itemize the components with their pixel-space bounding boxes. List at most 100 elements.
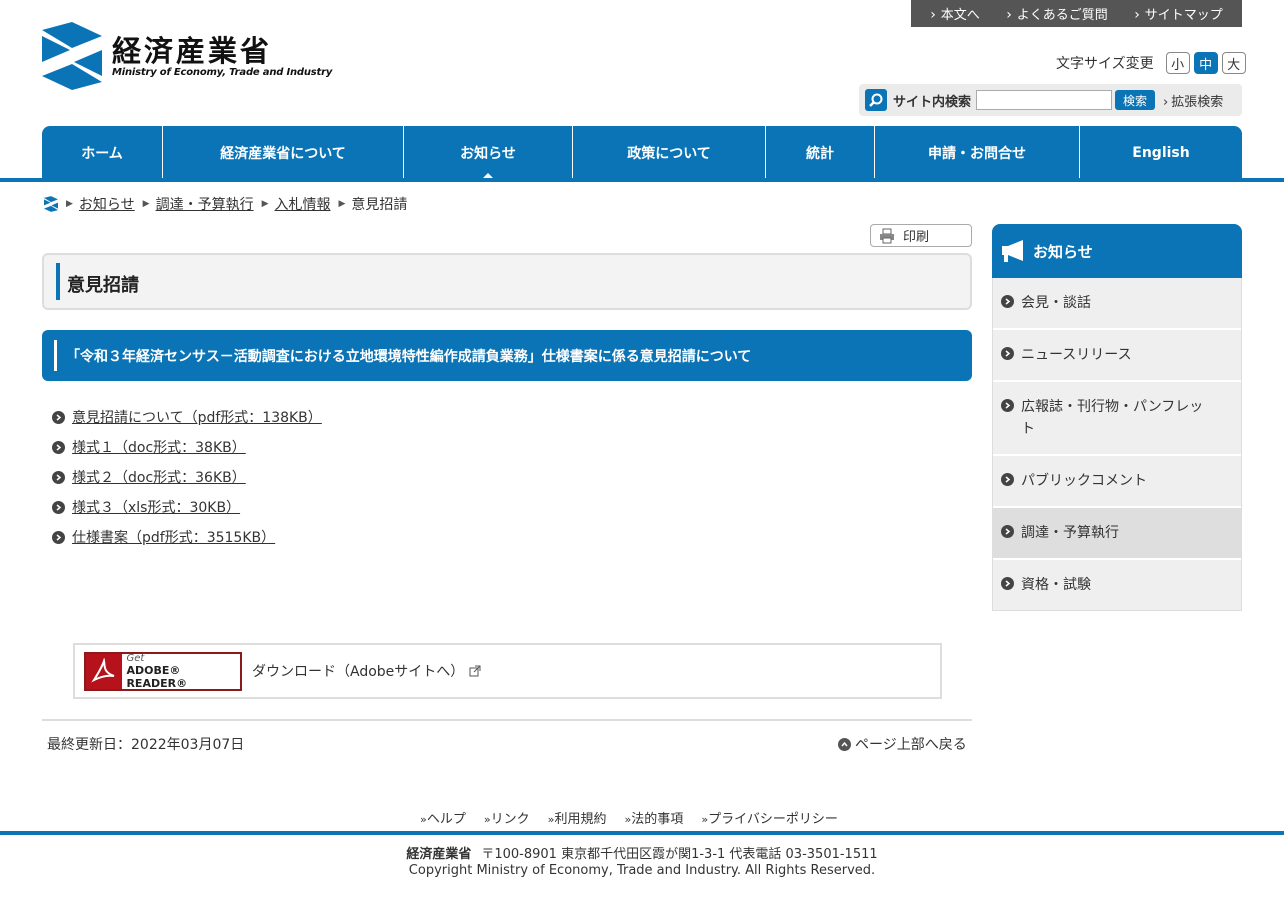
arrow-right-icon	[52, 470, 65, 484]
adobe-get-text: Get	[126, 652, 145, 664]
footer-org: 経済産業省	[406, 847, 472, 862]
adobe-download-link[interactable]: ダウンロード（Adobeサイトへ）	[252, 661, 481, 681]
page-title: 意見招請	[67, 275, 139, 296]
side-nav-item[interactable]: 資格・試験	[993, 558, 1241, 610]
file-link[interactable]: 様式３（xls形式：30KB）	[72, 497, 240, 517]
site-logo[interactable]: 経済産業省 Ministry of Economy, Trade and Ind…	[42, 22, 332, 90]
adobe-download-label: ダウンロード（Adobeサイトへ）	[252, 664, 465, 680]
arrow-right-icon	[1001, 525, 1014, 538]
arrow-right-icon	[52, 440, 65, 454]
arrow-right-icon	[1001, 399, 1014, 412]
last-updated: 最終更新日：2022年03月07日	[47, 737, 245, 753]
page-title-box: 意見招請	[42, 253, 972, 310]
arrow-right-icon	[52, 500, 65, 514]
home-icon[interactable]	[44, 196, 58, 212]
adobe-reader-text: ADOBE® READER®	[126, 663, 188, 690]
footer-divider	[0, 831, 1284, 835]
list-item: 仕様書案（pdf形式：3515KB）	[52, 522, 322, 552]
gnav-policy[interactable]: 政策について	[573, 126, 766, 180]
font-size-large-button[interactable]: 大	[1221, 52, 1246, 74]
gnav-english[interactable]: English	[1080, 126, 1242, 180]
arrow-up-icon	[838, 737, 851, 751]
search-label: サイト内検索	[893, 94, 972, 110]
adobe-reader-box: Get ADOBE® READER® ダウンロード（Adobeサイトへ）	[73, 643, 942, 699]
section-heading-box: 「令和３年経済センサス－活動調査における立地環境特性編作成請負業務」仕様書案に係…	[42, 330, 972, 381]
footer-link-links[interactable]: リンク	[484, 808, 530, 827]
breadcrumb-procurement[interactable]: 調達・予算執行	[156, 194, 254, 214]
logo-title: 経済産業省	[112, 33, 273, 68]
list-item: 意見招請について（pdf形式：138KB）	[52, 402, 322, 432]
side-nav-header[interactable]: お知らせ	[992, 224, 1242, 278]
side-nav-item[interactable]: 広報誌・刊行物・パンフレット	[993, 380, 1241, 454]
side-nav-item-label: 資格・試験	[1021, 577, 1091, 593]
util-link-skip[interactable]: 本文へ	[930, 4, 980, 23]
content-divider	[42, 719, 972, 721]
adobe-logo-icon	[86, 653, 123, 689]
footer-link-terms[interactable]: 利用規約	[548, 808, 606, 827]
file-link[interactable]: 様式１（doc形式：38KB）	[72, 437, 246, 457]
side-nav-item-active[interactable]: 調達・予算執行	[993, 506, 1241, 558]
footer-copyright: Copyright Ministry of Economy, Trade and…	[408, 863, 876, 878]
list-item: 様式３（xls形式：30KB）	[52, 492, 322, 522]
font-size-medium-button[interactable]: 中	[1193, 52, 1218, 74]
side-nav-item[interactable]: パブリックコメント	[993, 454, 1241, 506]
side-nav-item-label: ニュースリリース	[1021, 347, 1132, 363]
arrow-right-icon	[52, 530, 65, 544]
footer-link-help[interactable]: ヘルプ	[420, 808, 466, 827]
footer-link-legal[interactable]: 法的事項	[624, 808, 683, 827]
footer-address: 経済産業省 〒100-8901 東京都千代田区霞が関1-3-1 代表電話 03-3…	[0, 843, 1284, 862]
font-size-label: 文字サイズ変更	[1056, 56, 1154, 72]
side-nav-item-label: 調達・予算執行	[1021, 525, 1119, 541]
gnav-application[interactable]: 申請・お問合せ	[875, 126, 1080, 180]
file-link[interactable]: 仕様書案（pdf形式：3515KB）	[72, 527, 275, 547]
site-search: サイト内検索 検索 拡張検索	[859, 84, 1242, 116]
nav-underline	[0, 178, 1284, 182]
breadcrumb-separator-icon: ▶	[261, 199, 269, 209]
section-heading: 「令和３年経済センサス－活動調査における立地環境特性編作成請負業務」仕様書案に係…	[66, 349, 752, 365]
megaphone-icon	[1002, 240, 1023, 262]
back-to-top-label: ページ上部へ戻る	[855, 737, 967, 753]
arrow-right-icon	[1001, 473, 1014, 486]
global-nav: ホーム 経済産業省について お知らせ 政策について 統計 申請・お問合せ Eng…	[42, 126, 1242, 180]
logo-subtitle: Ministry of Economy, Trade and Industry	[112, 66, 333, 78]
print-button[interactable]: 印刷	[870, 224, 972, 247]
side-nav-item-label: パブリックコメント	[1021, 473, 1147, 489]
print-label: 印刷	[903, 230, 930, 245]
breadcrumb-current: 意見招請	[351, 197, 408, 213]
external-link-icon	[469, 665, 481, 677]
side-nav-item[interactable]: ニュースリリース	[993, 328, 1241, 380]
breadcrumb-separator-icon: ▶	[66, 199, 73, 209]
arrow-right-icon	[1001, 347, 1014, 360]
side-nav-item-label: 会見・談話	[1021, 295, 1091, 311]
gnav-statistics[interactable]: 統計	[766, 126, 875, 180]
footer-link-privacy[interactable]: プライバシーポリシー	[701, 808, 838, 827]
side-nav-item[interactable]: 会見・談話	[993, 278, 1241, 328]
gnav-about[interactable]: 経済産業省について	[163, 126, 404, 180]
gnav-news[interactable]: お知らせ	[404, 126, 573, 180]
arrow-right-icon	[1001, 577, 1014, 590]
advanced-search-link[interactable]: 拡張検索	[1163, 91, 1223, 110]
file-link[interactable]: 意見招請について（pdf形式：138KB）	[72, 407, 322, 427]
font-size-switcher: 文字サイズ変更 小 中 大	[1056, 52, 1246, 74]
breadcrumb-bidding[interactable]: 入札情報	[275, 194, 331, 214]
footer-links: ヘルプ リンク 利用規約 法的事項 プライバシーポリシー	[420, 808, 856, 827]
adobe-reader-badge[interactable]: Get ADOBE® READER®	[84, 651, 242, 691]
util-link-faq[interactable]: よくあるご質問	[1006, 4, 1108, 23]
file-list: 意見招請について（pdf形式：138KB） 様式１（doc形式：38KB） 様式…	[52, 402, 322, 552]
search-icon	[865, 89, 887, 111]
side-nav: 会見・談話 ニュースリリース 広報誌・刊行物・パンフレット パブリックコメント …	[992, 278, 1242, 611]
breadcrumb-news[interactable]: お知らせ	[79, 194, 135, 214]
search-input[interactable]	[976, 90, 1113, 110]
list-item: 様式２（doc形式：36KB）	[52, 462, 322, 492]
util-link-sitemap[interactable]: サイトマップ	[1134, 4, 1223, 23]
gnav-home[interactable]: ホーム	[42, 126, 163, 180]
search-button[interactable]: 検索	[1115, 90, 1156, 110]
list-item: 様式１（doc形式：38KB）	[52, 432, 322, 462]
back-to-top-link[interactable]: ページ上部へ戻る	[838, 734, 967, 754]
arrow-right-icon	[1001, 295, 1014, 308]
utility-bar: 本文へ よくあるご質問 サイトマップ	[911, 0, 1242, 27]
arrow-right-icon	[52, 410, 65, 424]
file-link[interactable]: 様式２（doc形式：36KB）	[72, 467, 246, 487]
meti-logo-icon	[42, 22, 102, 90]
font-size-small-button[interactable]: 小	[1165, 52, 1190, 74]
